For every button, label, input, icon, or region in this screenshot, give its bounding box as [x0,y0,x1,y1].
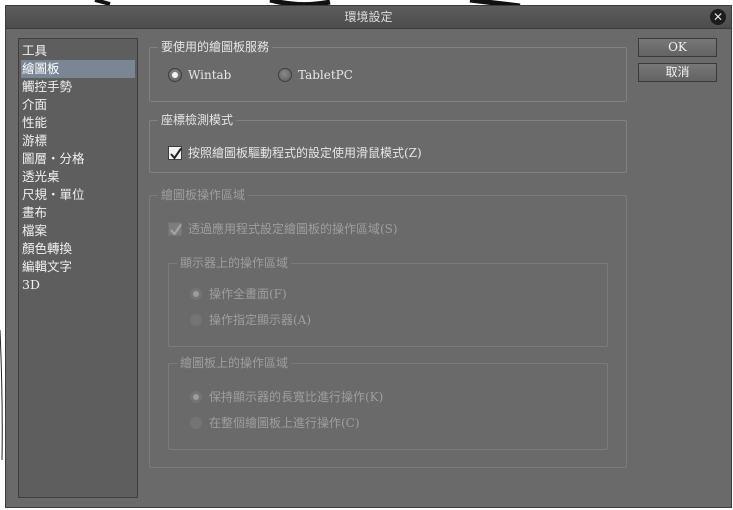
sidebar-item-3d[interactable]: 3D [19,276,137,294]
sidebar-item-interface[interactable]: 介面 [19,96,137,114]
radio-keep-aspect[interactable]: 保持顯示器的長寬比進行操作(K) [189,388,383,405]
title-bar: 環境設定 ✕ [6,6,731,29]
sidebar-item-touch-gesture[interactable]: 觸控手勢 [19,78,137,96]
sidebar-item-cursor[interactable]: 游標 [19,132,137,150]
radio-button-icon[interactable] [189,389,203,404]
radio-wintab[interactable]: Wintab [168,68,231,82]
radio-button-icon[interactable] [168,68,182,82]
mouse-mode-checkbox[interactable]: 按照繪圖板驅動程式的設定使用滑鼠模式(Z) [168,144,422,161]
radio-label: 保持顯示器的長寬比進行操作(K) [209,390,384,404]
ok-button[interactable]: OK [638,38,717,57]
pad-area-group: 繪圖板上的操作區域 保持顯示器的長寬比進行操作(K) 在整個繪圖板上進行操作(C… [168,355,608,450]
radio-button-icon[interactable] [189,312,203,327]
app-area-checkbox[interactable]: 透過應用程式設定繪圖板的操作區域(S) [168,220,398,237]
display-area-title: 顯示器上的操作區域 [177,255,292,271]
preferences-dialog: 環境設定 ✕ 工具 繪圖板 觸控手勢 介面 性能 游標 圖層・分格 透光桌 尺規… [5,5,732,508]
radio-button-icon[interactable] [189,415,203,430]
sidebar-item-edit-text[interactable]: 編輯文字 [19,258,137,276]
radio-label: 操作全畫面(F) [209,287,287,301]
category-list[interactable]: 工具 繪圖板 觸控手勢 介面 性能 游標 圖層・分格 透光桌 尺規・單位 畫布 … [18,38,138,498]
pad-area-title: 繪圖板上的操作區域 [177,355,292,371]
sidebar-item-file[interactable]: 檔案 [19,222,137,240]
sidebar-item-color-conversion[interactable]: 顏色轉換 [19,240,137,258]
radio-tabletpc[interactable]: TabletPC [278,68,353,82]
coordinate-mode-title: 座標檢測模式 [158,112,237,128]
sidebar-item-light-table[interactable]: 透光桌 [19,168,137,186]
coordinate-mode-group: 座標檢測模式 按照繪圖板驅動程式的設定使用滑鼠模式(Z) [149,112,627,173]
sidebar-item-tablet[interactable]: 繪圖板 [21,60,135,78]
radio-label: 操作指定顯示器(A) [209,313,312,327]
sidebar-item-tool[interactable]: 工具 [19,42,137,60]
radio-specific-monitor[interactable]: 操作指定顯示器(A) [189,311,311,328]
cancel-button[interactable]: 取消 [638,63,717,82]
display-area-group: 顯示器上的操作區域 操作全畫面(F) 操作指定顯示器(A) [168,255,608,347]
sidebar-item-performance[interactable]: 性能 [19,114,137,132]
checkbox-label: 透過應用程式設定繪圖板的操作區域(S) [188,222,398,236]
window-title: 環境設定 [344,10,393,24]
radio-label: TabletPC [298,68,353,82]
radio-whole-tablet[interactable]: 在整個繪圖板上進行操作(C) [189,414,360,431]
tablet-area-title: 繪圖板操作區域 [158,187,249,203]
radio-label: Wintab [188,68,232,82]
sidebar-item-ruler-unit[interactable]: 尺規・單位 [19,186,137,204]
checkbox-checked-icon[interactable] [168,221,182,236]
sidebar-item-layer-frame[interactable]: 圖層・分格 [19,150,137,168]
radio-label: 在整個繪圖板上進行操作(C) [209,416,360,430]
tablet-service-title: 要使用的繪圖板服務 [158,39,273,55]
tablet-area-group: 繪圖板操作區域 透過應用程式設定繪圖板的操作區域(S) 顯示器上的操作區域 操作… [149,187,627,468]
radio-button-icon[interactable] [278,68,292,82]
checkbox-label: 按照繪圖板驅動程式的設定使用滑鼠模式(Z) [188,146,422,160]
checkbox-checked-icon[interactable] [168,145,182,160]
radio-full-screen[interactable]: 操作全畫面(F) [189,285,287,302]
radio-button-icon[interactable] [189,286,203,301]
sidebar-item-canvas[interactable]: 畫布 [19,204,137,222]
tablet-service-group: 要使用的繪圖板服務 Wintab TabletPC [149,39,627,102]
close-icon[interactable]: ✕ [710,9,726,25]
